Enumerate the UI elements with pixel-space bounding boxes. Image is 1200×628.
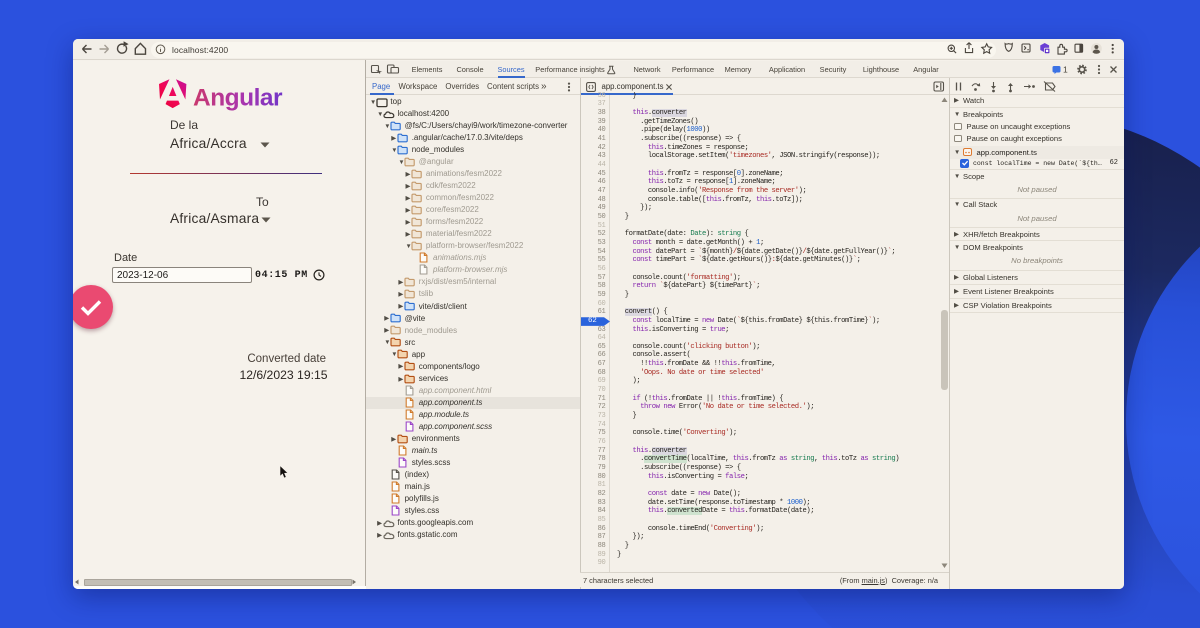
svg-text:Angular: Angular	[193, 85, 283, 112]
svg-text:1: 1	[1063, 65, 1068, 75]
